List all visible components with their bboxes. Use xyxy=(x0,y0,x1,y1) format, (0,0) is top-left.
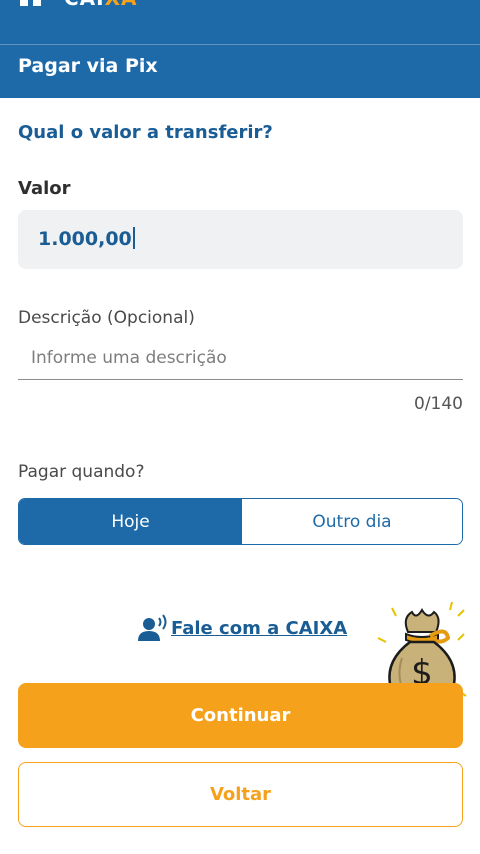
fale-com-caixa-label: Fale com a CAIXA xyxy=(171,617,348,639)
char-counter: 0/140 xyxy=(414,394,463,414)
option-hoje[interactable]: Hoje xyxy=(19,499,242,544)
page-header: Pagar via Pix xyxy=(0,44,480,98)
voltar-button[interactable]: Voltar xyxy=(18,762,463,827)
caixa-logo-icon xyxy=(20,0,42,6)
pagar-quando-label: Pagar quando? xyxy=(18,462,145,482)
fale-com-caixa-link[interactable]: Fale com a CAIXA xyxy=(138,610,347,646)
page-title: Pagar via Pix xyxy=(18,55,158,77)
person-speaking-icon xyxy=(138,614,167,641)
top-app-bar: CAIXA xyxy=(0,0,480,44)
valor-input-value: 1.000,00 xyxy=(38,227,135,250)
continuar-button[interactable]: Continuar xyxy=(18,683,463,748)
option-outro-dia[interactable]: Outro dia xyxy=(242,499,462,544)
question-heading: Qual o valor a transferir? xyxy=(18,122,273,143)
descricao-label: Descrição (Opcional) xyxy=(18,308,195,328)
descricao-input[interactable] xyxy=(18,336,463,380)
pagar-quando-toggle: Hoje Outro dia xyxy=(18,498,463,545)
text-cursor xyxy=(132,227,135,249)
valor-input[interactable]: 1.000,00 xyxy=(18,210,463,269)
brand-logo: CAIXA xyxy=(64,0,138,10)
valor-label: Valor xyxy=(18,178,71,199)
